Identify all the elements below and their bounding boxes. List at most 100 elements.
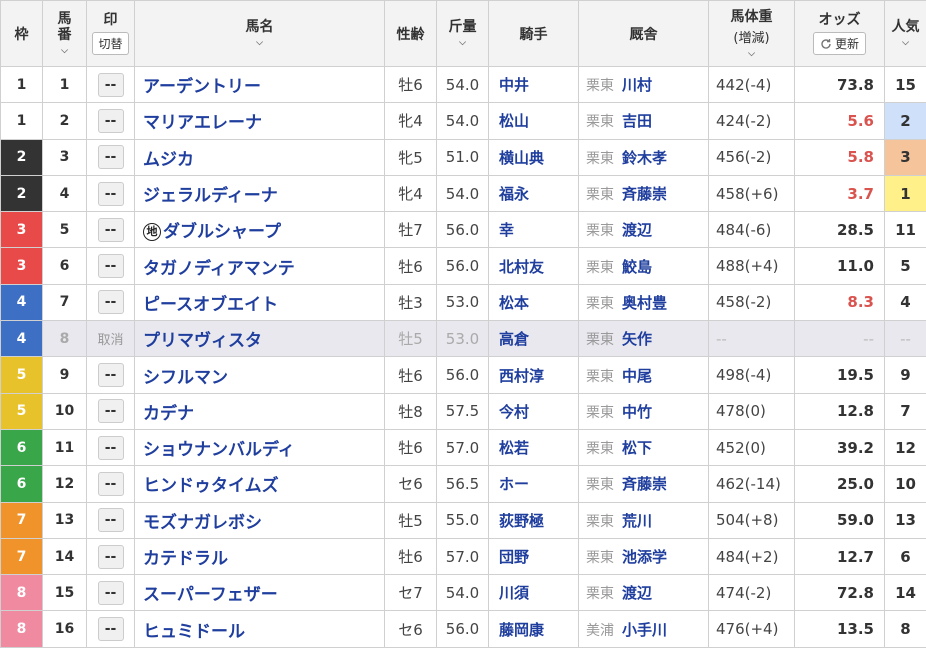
trainer-link[interactable]: 斉藤崇 bbox=[622, 185, 667, 203]
carried-weight: 55.0 bbox=[436, 501, 489, 539]
horse-name-link[interactable]: タガノディアマンテ bbox=[143, 259, 295, 279]
trainer-link[interactable]: 中尾 bbox=[622, 367, 652, 385]
trainer-link[interactable]: 鈴木孝 bbox=[622, 149, 667, 167]
horse-name-link[interactable]: ヒンドゥタイムズ bbox=[143, 476, 279, 496]
horse-name-link[interactable]: スーパーフェザー bbox=[143, 585, 278, 605]
horse-name-link[interactable]: マリアエレーナ bbox=[143, 113, 262, 133]
trainer-link[interactable]: 吉田 bbox=[622, 112, 652, 130]
horse-name-link[interactable]: カテドラル bbox=[143, 549, 228, 569]
trainer-link[interactable]: 奥村豊 bbox=[622, 294, 667, 312]
horse-name-cell[interactable]: ムジカ bbox=[134, 138, 385, 176]
mark-button[interactable]: -- bbox=[97, 290, 124, 315]
mark-button[interactable]: -- bbox=[97, 363, 124, 388]
trainer-link[interactable]: 小手川 bbox=[622, 621, 667, 639]
mark-button[interactable]: -- bbox=[97, 508, 124, 533]
horse-name-cell[interactable]: アーデントリー bbox=[134, 65, 385, 104]
mark-button[interactable]: -- bbox=[97, 435, 124, 460]
horse-name-cell[interactable]: プリマヴィスタ bbox=[134, 320, 385, 358]
horse-name-cell[interactable]: 地ダブルシャープ bbox=[134, 211, 385, 249]
mark-button[interactable]: -- bbox=[97, 145, 124, 170]
jockey-link[interactable]: ホー bbox=[488, 465, 579, 503]
mark-button[interactable]: -- bbox=[97, 108, 124, 133]
horse-name-link[interactable]: プリマヴィスタ bbox=[143, 331, 262, 351]
col-umaban[interactable]: 馬 番 ⌵ bbox=[42, 0, 87, 67]
jockey-link[interactable]: 荻野極 bbox=[488, 501, 579, 539]
jockey-link[interactable]: 北村友 bbox=[488, 247, 579, 285]
jockey-link[interactable]: 松本 bbox=[488, 283, 579, 322]
mark-switch-button[interactable]: 切替 bbox=[92, 32, 129, 55]
carried-weight: 53.0 bbox=[436, 320, 489, 358]
horse-name-cell[interactable]: ピースオブエイト bbox=[134, 283, 385, 322]
jockey-link[interactable]: 中井 bbox=[488, 65, 579, 104]
horse-name-cell[interactable]: カデナ bbox=[134, 392, 385, 430]
horse-name-link[interactable]: モズナガレボシ bbox=[143, 513, 262, 533]
horse-name-link[interactable]: ピースオブエイト bbox=[143, 295, 278, 315]
jockey-link[interactable]: 松若 bbox=[488, 428, 579, 467]
col-weight[interactable]: 斤量 ⌵ bbox=[436, 0, 489, 67]
mark-button[interactable]: -- bbox=[97, 580, 124, 605]
jockey-link[interactable]: 今村 bbox=[488, 392, 579, 430]
sort-chevron-icon[interactable]: ⌵ bbox=[135, 39, 384, 48]
horse-name-cell[interactable]: シフルマン bbox=[134, 356, 385, 394]
horse-name-link[interactable]: ヒュミドール bbox=[143, 622, 245, 642]
sort-chevron-icon[interactable]: ⌵ bbox=[43, 47, 86, 56]
horse-name-cell[interactable]: ヒュミドール bbox=[134, 610, 385, 648]
jockey-link[interactable]: 藤岡康 bbox=[488, 610, 579, 648]
horse-name-cell[interactable]: マリアエレーナ bbox=[134, 102, 385, 140]
sort-chevron-icon[interactable]: ⌵ bbox=[437, 39, 488, 48]
col-horse[interactable]: 馬名 ⌵ bbox=[134, 0, 385, 67]
col-odds: オッズ 更新 bbox=[794, 0, 885, 67]
horse-name-cell[interactable]: スーパーフェザー bbox=[134, 574, 385, 612]
table-row: 7 13 -- モズナガレボシ 牡5 55.0 荻野極 栗東 荒川 504(+8) 59.0 13 bbox=[0, 501, 926, 539]
trainer-link[interactable]: 斉藤崇 bbox=[622, 475, 667, 493]
horse-name-link[interactable]: ムジカ bbox=[143, 150, 194, 170]
horse-number: 12 bbox=[42, 465, 87, 503]
horse-name-cell[interactable]: カテドラル bbox=[134, 537, 385, 576]
col-bodyweight[interactable]: 馬体重 (増減) ⌵ bbox=[708, 0, 795, 67]
mark-button[interactable]: -- bbox=[97, 254, 124, 279]
trainer-link[interactable]: 矢作 bbox=[622, 330, 652, 348]
horse-name-link[interactable]: ジェラルディーナ bbox=[143, 186, 278, 206]
jockey-link[interactable]: 高倉 bbox=[488, 320, 579, 358]
horse-name-link[interactable]: シフルマン bbox=[143, 368, 228, 388]
horse-name-link[interactable]: カデナ bbox=[143, 404, 194, 424]
mark-button[interactable]: -- bbox=[97, 617, 124, 642]
trainer-link[interactable]: 渡辺 bbox=[622, 221, 652, 239]
trainer-link[interactable]: 中竹 bbox=[622, 403, 652, 421]
mark-button[interactable]: -- bbox=[97, 72, 124, 97]
jockey-link[interactable]: 福永 bbox=[488, 174, 579, 213]
sort-chevron-icon[interactable]: ⌵ bbox=[885, 39, 926, 48]
trainer-link[interactable]: 池添学 bbox=[622, 548, 667, 566]
mark-button[interactable]: -- bbox=[97, 181, 124, 206]
trainer-link[interactable]: 松下 bbox=[622, 439, 652, 457]
jockey-link[interactable]: 松山 bbox=[488, 102, 579, 140]
horse-name-cell[interactable]: モズナガレボシ bbox=[134, 501, 385, 539]
mark-button[interactable]: -- bbox=[97, 471, 124, 496]
stable-area: 栗東 bbox=[586, 332, 614, 349]
jockey-link[interactable]: 幸 bbox=[488, 211, 579, 249]
jockey-link[interactable]: 横山典 bbox=[488, 138, 579, 176]
horse-name-link[interactable]: ダブルシャープ bbox=[163, 222, 281, 242]
horse-name-cell[interactable]: タガノディアマンテ bbox=[134, 247, 385, 285]
sort-chevron-icon[interactable]: ⌵ bbox=[709, 49, 794, 59]
horse-name-cell[interactable]: ジェラルディーナ bbox=[134, 174, 385, 213]
stable-cell: 栗東 鮫島 bbox=[578, 247, 709, 285]
odds-refresh-button[interactable]: 更新 bbox=[812, 32, 866, 55]
col-pop[interactable]: 人気 ⌵ bbox=[884, 0, 926, 67]
mark-button[interactable]: -- bbox=[97, 399, 124, 424]
horse-name-cell[interactable]: ヒンドゥタイムズ bbox=[134, 465, 385, 503]
trainer-link[interactable]: 鮫島 bbox=[622, 258, 652, 276]
mark-button[interactable]: -- bbox=[97, 217, 124, 242]
horse-name-cell[interactable]: ショウナンバルディ bbox=[134, 428, 385, 467]
trainer-link[interactable]: 川村 bbox=[622, 76, 652, 94]
horse-name-link[interactable]: ショウナンバルディ bbox=[143, 440, 295, 460]
jockey-link[interactable]: 西村淳 bbox=[488, 356, 579, 394]
trainer-link[interactable]: 荒川 bbox=[622, 512, 652, 530]
horse-name-link[interactable]: アーデントリー bbox=[143, 77, 261, 97]
trainer-link[interactable]: 渡辺 bbox=[622, 584, 652, 602]
jockey-link[interactable]: 団野 bbox=[488, 537, 579, 576]
mark-button[interactable]: -- bbox=[97, 544, 124, 569]
jockey-link[interactable]: 川須 bbox=[488, 574, 579, 612]
carried-weight: 56.0 bbox=[436, 247, 489, 285]
odds-value: 72.8 bbox=[794, 574, 885, 612]
